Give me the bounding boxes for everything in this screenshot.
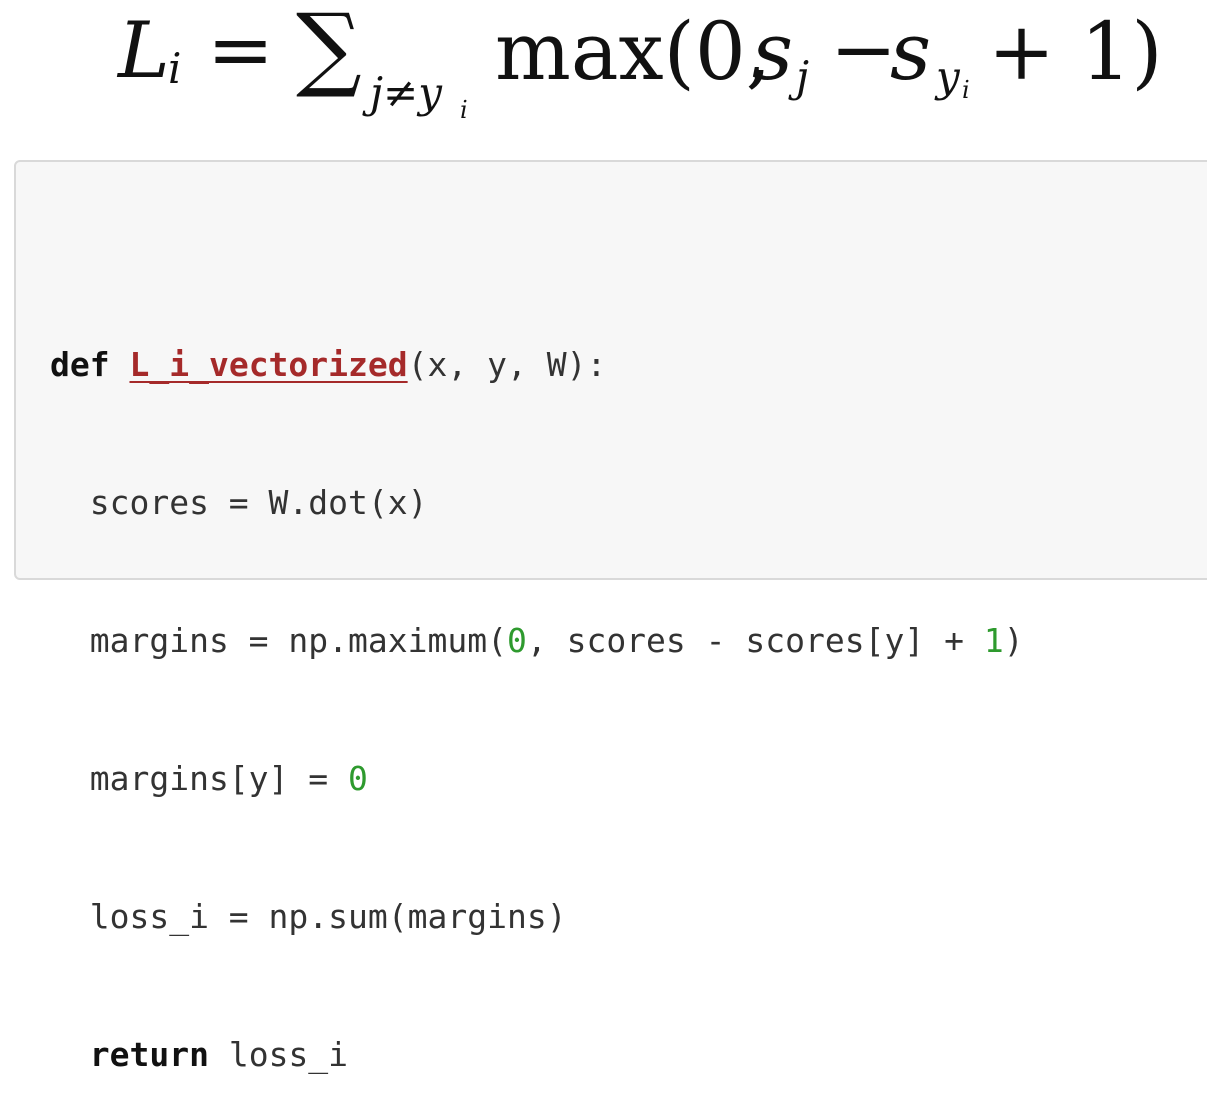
margins-post: ) <box>1003 621 1024 660</box>
function-name: L_i_vectorized <box>129 345 408 384</box>
code-line-margins: margins = np.maximum(0, scores - scores[… <box>50 618 1024 664</box>
margins-pre: margins = np.maximum( <box>50 621 507 660</box>
formula-equals: = <box>207 3 275 96</box>
formula-plus-one: + 1) <box>988 5 1163 98</box>
return-indent <box>50 1035 90 1074</box>
keyword-return: return <box>89 1035 209 1074</box>
number-one: 1 <box>983 621 1004 660</box>
formula-score-j: s <box>752 5 794 98</box>
code-line-scores: scores = W.dot(x) <box>50 483 428 522</box>
formula-score-yi: s <box>890 5 932 98</box>
keyword-def: def <box>50 345 110 384</box>
code-line-def: def L_i_vectorized(x, y, W): <box>50 342 1024 388</box>
formula-sum-subscript-index: i <box>460 96 468 124</box>
function-params: (x, y, W): <box>407 345 607 384</box>
formula-score-yi-subsubscript: i <box>962 76 970 104</box>
formula-max-function: max(0, <box>495 5 772 98</box>
margins-y-pre: margins[y] = <box>50 759 349 798</box>
formula-minus: − <box>830 3 898 96</box>
formula-score-j-subscript: j <box>796 52 810 101</box>
formula-sum-subscript: j≠y <box>370 68 442 117</box>
formula-lhs: L <box>118 6 170 96</box>
number-zero: 0 <box>506 621 527 660</box>
margins-mid: , scores - scores[y] + <box>526 621 984 660</box>
formula-score-yi-subscript: y <box>936 52 960 101</box>
code-line-return: return loss_i <box>50 1032 1024 1078</box>
code-listing: def L_i_vectorized(x, y, W): scores = W.… <box>50 250 1024 1110</box>
code-line-loss: loss_i = np.sum(margins) <box>50 897 567 936</box>
formula-sum-symbol: ∑ <box>296 0 362 101</box>
code-line-margins-y: margins[y] = 0 <box>50 756 1024 802</box>
return-value: loss_i <box>208 1035 349 1074</box>
formula-lhs-subscript: i <box>168 44 182 93</box>
loss-formula: L i = ∑ j≠y i max(0, s j − s y i + 1) <box>0 0 1207 140</box>
number-zero-2: 0 <box>348 759 368 798</box>
